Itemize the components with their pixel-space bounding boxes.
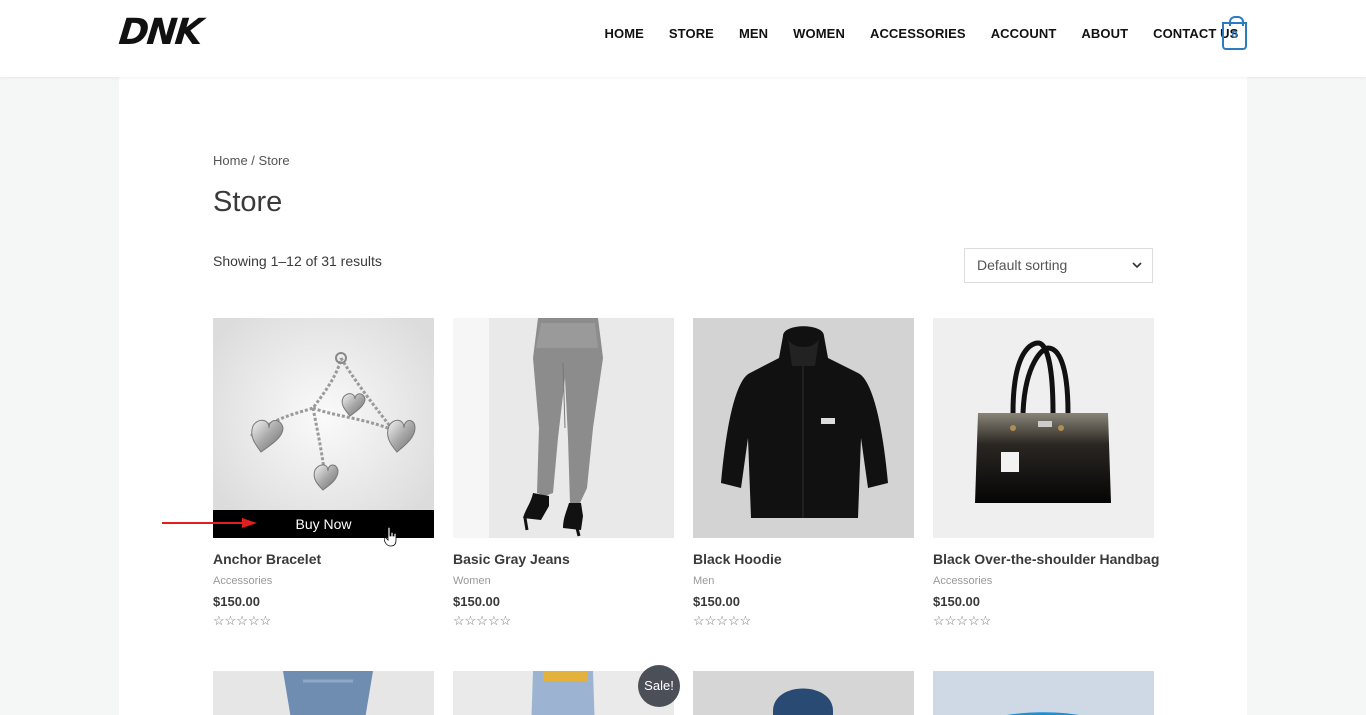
- shopping-bag-icon[interactable]: 0: [1222, 16, 1247, 50]
- product-price: $150.00: [693, 594, 740, 609]
- page-title: Store: [213, 186, 283, 218]
- breadcrumb: Home / Store: [213, 153, 290, 168]
- product-price: $150.00: [213, 594, 260, 609]
- site-logo[interactable]: DNK: [117, 12, 203, 53]
- product-card: Black Hoodie Men $150.00 ☆☆☆☆☆: [693, 318, 914, 629]
- product-image-row2-1[interactable]: [213, 671, 434, 715]
- product-image-row2-3[interactable]: [693, 671, 914, 715]
- site-header: DNK HOME STORE MEN WOMEN ACCESSORIES ACC…: [0, 0, 1366, 77]
- product-image-bracelet[interactable]: Buy Now: [213, 318, 434, 538]
- product-category: Accessories: [213, 575, 273, 587]
- breadcrumb-home[interactable]: Home: [213, 153, 248, 168]
- product-image-row2-4[interactable]: [933, 671, 1154, 715]
- product-category: Women: [453, 575, 491, 587]
- product-category: Men: [693, 575, 715, 587]
- chevron-down-icon: [1132, 249, 1142, 296]
- star-rating: ☆☆☆☆☆: [213, 613, 272, 628]
- hand-cursor-icon: [384, 527, 397, 547]
- main-nav: HOME STORE MEN WOMEN ACCESSORIES ACCOUNT…: [592, 26, 1251, 42]
- product-image-handbag[interactable]: [933, 318, 1154, 538]
- product-image-hoodie[interactable]: [693, 318, 914, 538]
- sorting-select[interactable]: Default sorting: [964, 248, 1153, 283]
- nav-accessories[interactable]: ACCESSORIES: [857, 26, 978, 42]
- sale-badge: Sale!: [638, 665, 680, 707]
- cart-count: 0: [1231, 29, 1238, 41]
- result-count: Showing 1–12 of 31 results: [213, 253, 382, 269]
- nav-women[interactable]: WOMEN: [781, 26, 858, 42]
- nav-about[interactable]: ABOUT: [1069, 26, 1141, 42]
- nav-home[interactable]: HOME: [592, 26, 656, 42]
- product-name[interactable]: Black Hoodie: [693, 551, 914, 567]
- product-image-jeans[interactable]: [453, 318, 674, 538]
- nav-account[interactable]: ACCOUNT: [978, 26, 1069, 42]
- star-rating: ☆☆☆☆☆: [933, 613, 992, 628]
- nav-store[interactable]: STORE: [656, 26, 726, 42]
- breadcrumb-current: Store: [258, 153, 290, 168]
- product-name[interactable]: Anchor Bracelet: [213, 551, 434, 567]
- star-rating: ☆☆☆☆☆: [453, 613, 512, 628]
- product-card: Buy Now Anchor Bracelet Accessories $150…: [213, 318, 434, 629]
- product-card: Basic Gray Jeans Women $150.00 ☆☆☆☆☆: [453, 318, 674, 629]
- sorting-selected: Default sorting: [977, 257, 1068, 273]
- product-price: $150.00: [933, 594, 980, 609]
- star-rating: ☆☆☆☆☆: [693, 613, 752, 628]
- breadcrumb-separator: /: [247, 153, 259, 168]
- nav-men[interactable]: MEN: [726, 26, 780, 42]
- product-name[interactable]: Black Over-the-shoulder Handbag: [933, 551, 1159, 567]
- arrow-right-icon: [162, 518, 257, 528]
- product-card: Black Over-the-shoulder Handbag Accessor…: [933, 318, 1159, 629]
- product-price: $150.00: [453, 594, 500, 609]
- product-name[interactable]: Basic Gray Jeans: [453, 551, 674, 567]
- product-category: Accessories: [933, 575, 993, 587]
